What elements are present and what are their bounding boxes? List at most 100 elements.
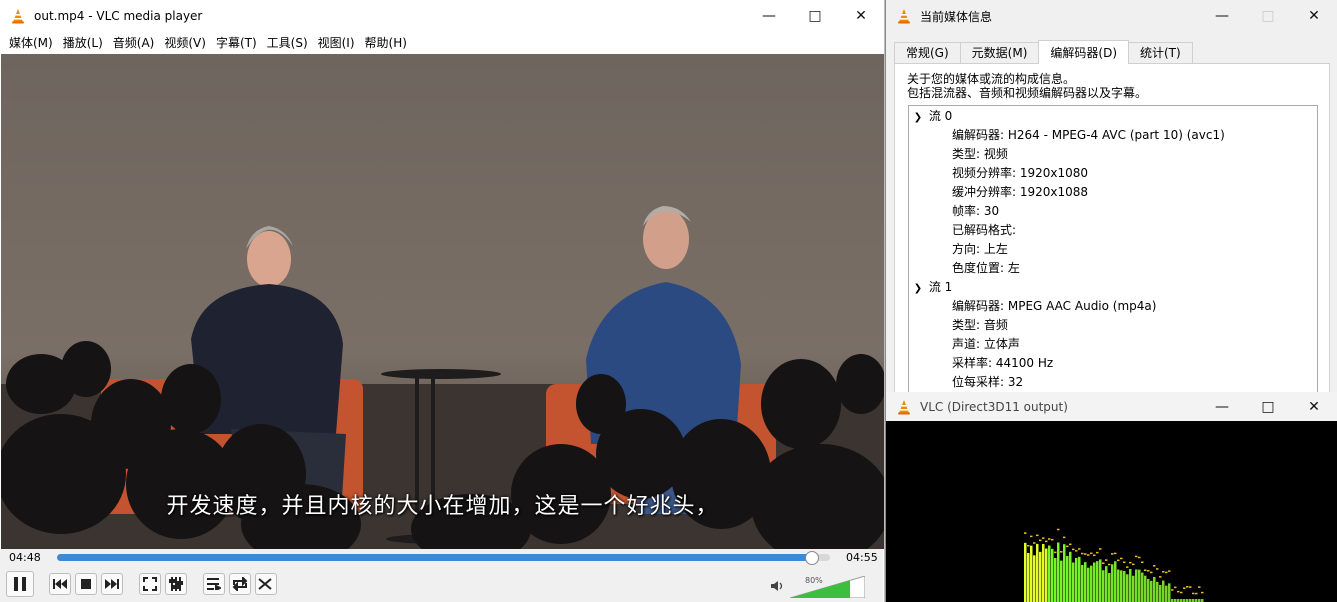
spectrum-bar [1072, 562, 1075, 602]
stream-1-bits-per-sample[interactable]: 位每采样: 32 [952, 373, 1023, 392]
vlc-cone-icon [10, 8, 26, 24]
spectrum-peak [1138, 556, 1141, 559]
spectrum-bar [1165, 585, 1168, 602]
playlist-button[interactable] [203, 573, 225, 595]
stream-0-chroma-location[interactable]: 色度位置: 左 [952, 259, 1020, 278]
output-window-title: VLC (Direct3D11 output) [920, 399, 1068, 414]
chevron-down-icon[interactable]: ❯ [911, 279, 925, 298]
info-minimize-button[interactable]: — [1199, 0, 1245, 32]
stream-0-type[interactable]: 类型: 视频 [952, 145, 1008, 164]
stream-0-framerate[interactable]: 帧率: 30 [952, 202, 999, 221]
stream-1-channels[interactable]: 声道: 立体声 [952, 335, 1020, 354]
spectrum-bar [1033, 555, 1036, 602]
seek-handle[interactable] [805, 551, 820, 565]
menu-subtitle[interactable]: 字幕(T) [211, 32, 262, 54]
maximize-icon: □ [1261, 8, 1275, 24]
fullscreen-button[interactable] [139, 573, 161, 595]
stream-1-type[interactable]: 类型: 音频 [952, 316, 1008, 335]
menu-view[interactable]: 视图(I) [313, 32, 360, 54]
spectrum-visualizer [1024, 528, 1204, 602]
spectrum-peak [1051, 538, 1054, 541]
spectrum-bar [1063, 544, 1066, 602]
playlist-icon [207, 578, 221, 590]
description-line-2: 包括混流器、音频和视频编解码器以及字幕。 [907, 86, 1148, 100]
menu-playback[interactable]: 播放(L) [58, 32, 108, 54]
menu-tools[interactable]: 工具(S) [262, 32, 313, 54]
tab-statistics[interactable]: 统计(T) [1128, 42, 1193, 64]
minimize-button[interactable]: — [746, 0, 792, 32]
menu-media[interactable]: 媒体(M) [4, 32, 58, 54]
previous-button[interactable] [49, 573, 71, 595]
extended-settings-button[interactable] [165, 573, 187, 595]
spectrum-bar [1111, 564, 1114, 602]
spectrum-bar [1108, 573, 1111, 602]
menu-audio[interactable]: 音频(A) [108, 32, 160, 54]
close-button[interactable]: ✕ [838, 0, 884, 32]
chevron-down-icon[interactable]: ❯ [911, 108, 925, 127]
main-titlebar[interactable]: out.mp4 - VLC media player — □ ✕ [0, 0, 884, 32]
menu-video[interactable]: 视频(V) [159, 32, 211, 54]
pause-button[interactable] [6, 571, 34, 597]
info-tabs: 常规(G) 元数据(M) 编解码器(D) 统计(T) [894, 40, 1193, 64]
spectrum-peak [1201, 591, 1204, 594]
spectrum-peak [1111, 553, 1114, 555]
output-titlebar[interactable]: VLC (Direct3D11 output) — □ ✕ [886, 392, 1337, 421]
pause-icon [13, 576, 27, 592]
info-titlebar[interactable]: 当前媒体信息 — □ ✕ [886, 0, 1337, 32]
spectrum-peak [1033, 542, 1036, 544]
spectrum-bar [1045, 548, 1048, 602]
tab-general[interactable]: 常规(G) [894, 42, 961, 64]
tree-stream-1[interactable]: ❯ 流 1 [911, 278, 952, 297]
spectrum-peak [1048, 538, 1051, 540]
spectrum-peak [1132, 563, 1135, 566]
spectrum-peak [1084, 553, 1087, 555]
extended-settings-icon [169, 577, 183, 591]
output-close-button[interactable]: ✕ [1291, 392, 1337, 421]
spectrum-peak [1183, 587, 1186, 589]
spectrum-peak [1123, 561, 1126, 564]
time-total[interactable]: 04:55 [846, 551, 878, 564]
loop-button[interactable] [229, 573, 251, 595]
info-close-button[interactable]: ✕ [1291, 0, 1337, 32]
spectrum-bar [1153, 576, 1156, 602]
next-button[interactable] [101, 573, 123, 595]
spectrum-bar [1075, 557, 1078, 602]
spectrum-peak [1030, 535, 1033, 538]
spectrum-peak [1045, 540, 1048, 543]
stream-1-codec[interactable]: 编解码器: MPEG AAC Audio (mp4a) [952, 297, 1156, 316]
tab-metadata[interactable]: 元数据(M) [959, 42, 1040, 64]
stream-0-codec[interactable]: 编解码器: H264 - MPEG-4 AVC (part 10) (avc1) [952, 126, 1225, 145]
fullscreen-icon [143, 577, 157, 591]
stream-0-resolution[interactable]: 视频分辨率: 1920x1080 [952, 164, 1088, 183]
stop-button[interactable] [75, 573, 97, 595]
tree-stream-0[interactable]: ❯ 流 0 [911, 107, 952, 126]
vlc-main-window: out.mp4 - VLC media player — □ ✕ 媒体(M) 播… [0, 0, 885, 602]
volume-percent: 80% [805, 576, 823, 585]
spectrum-bar [1099, 559, 1102, 602]
menu-help[interactable]: 帮助(H) [360, 32, 412, 54]
output-minimize-button[interactable]: — [1199, 392, 1245, 421]
stream-0-orientation[interactable]: 方向: 上左 [952, 240, 1008, 259]
time-elapsed[interactable]: 04:48 [9, 551, 41, 564]
stream-label: 流 0 [928, 109, 953, 123]
video-display[interactable]: 开发速度，并且内核的大小在增加，这是一个好兆头， [1, 54, 884, 549]
spectrum-peak [1180, 591, 1183, 594]
maximize-button[interactable]: □ [792, 0, 838, 32]
tab-codec[interactable]: 编解码器(D) [1038, 40, 1129, 64]
spectrum-peak [1057, 528, 1060, 531]
shuffle-button[interactable] [255, 573, 277, 595]
output-maximize-button[interactable]: □ [1245, 392, 1291, 421]
spectrum-bar [1138, 569, 1141, 602]
spectrum-bar [1051, 548, 1054, 602]
stream-0-decoded-format[interactable]: 已解码格式: [952, 221, 1016, 240]
stream-tree[interactable]: ❯ 流 0 编解码器: H264 - MPEG-4 AVC (part 10) … [908, 105, 1318, 397]
volume-slider[interactable]: 80% [789, 575, 866, 599]
spectrum-peak [1093, 554, 1096, 557]
spectrum-peak [1099, 548, 1102, 550]
spectrum-peak [1177, 590, 1180, 593]
seek-slider[interactable] [57, 551, 830, 565]
stream-0-buffer-resolution[interactable]: 缓冲分辨率: 1920x1088 [952, 183, 1088, 202]
stream-1-samplerate[interactable]: 采样率: 44100 Hz [952, 354, 1053, 373]
vlc-cone-icon [896, 8, 912, 24]
volume-icon[interactable] [770, 579, 784, 596]
